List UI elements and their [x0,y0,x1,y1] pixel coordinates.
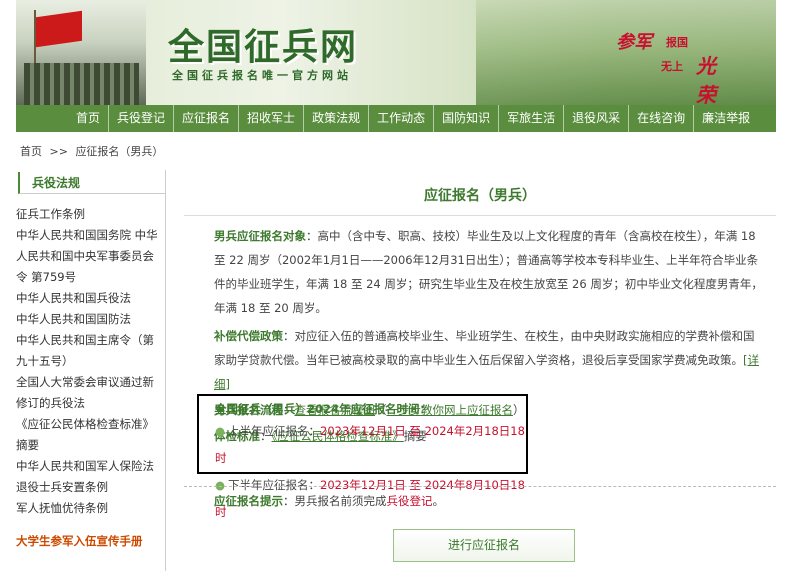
sidebar-item[interactable]: 征兵工作条例 [16,204,161,225]
title-divider [184,215,776,216]
sidebar-item[interactable]: 中华人民共和国国务院 中华人民共和国中央军事委员会令 第759号 [16,225,161,288]
sidebar-list: 征兵工作条例 中华人民共和国国务院 中华人民共和国中央军事委员会令 第759号 … [16,204,161,519]
nav-home[interactable]: 首页 [68,105,110,132]
slogan-part4: 光荣 [696,54,716,105]
target-label: 男兵应征报名对象 [214,229,306,243]
slogan-part1: 参军 [616,32,652,53]
schedule-first-label: 上半年应征报名： [228,424,321,438]
sidebar-item[interactable]: 中华人民共和国主席令（第九十五号） [16,330,161,372]
column-divider [165,170,166,571]
main-nav: 首页 兵役登记 应征报名 招收军士 政策法规 工作动态 国防知识 军旅生活 退役… [16,105,776,132]
apply-button[interactable]: 进行应征报名 [393,529,575,562]
sidebar-extra-link[interactable]: 大学生参军入伍宣传手册 [16,533,166,549]
sidebar-item[interactable]: 中华人民共和国军人保险法 [16,456,161,477]
dashed-divider [184,486,776,487]
nav-registration[interactable]: 兵役登记 [109,105,175,132]
site-logo[interactable]: 全国征兵网 [168,18,358,70]
tip-label: 应征报名提示 [214,494,283,508]
sidebar-heading: 兵役法规 [18,172,166,194]
slogan-part3: 无上 [661,60,683,73]
soldiers-image [16,0,146,105]
header-banner: 全国征兵网 全国征兵报名唯一官方网站 参军 报国 无上 光荣 [16,0,776,105]
slogan-part2: 报国 [666,36,688,49]
tip-paragraph: 应征报名提示：男兵报名前须完成兵役登记。 [214,490,444,512]
nav-news[interactable]: 工作动态 [369,105,435,132]
nav-military-life[interactable]: 军旅生活 [499,105,565,132]
bullet-icon: ● [215,424,226,438]
sidebar-item[interactable]: 退役士兵安置条例 [16,477,161,498]
nav-policies[interactable]: 政策法规 [304,105,370,132]
sidebar: 兵役法规 征兵工作条例 中华人民共和国国务院 中华人民共和国中央军事委员会令 第… [16,172,166,549]
policy-text: ：对应征入伍的普通高校毕业生、毕业班学生、在校生，由中央财政实施相应的学费补偿和… [214,329,755,367]
schedule-title: 全国征兵（男兵）2024年应征报名时间： [215,402,432,416]
main-content: 应征报名（男兵） 男兵应征报名对象：高中（含中专、职高、技校）毕业生及以上文化程… [184,170,776,562]
breadcrumb-current: 应征报名（男兵） [75,145,164,158]
schedule-first-half: ● 上半年应征报名：2023年12月1日 至 2024年2月18日18时 [215,418,526,472]
nav-consult[interactable]: 在线咨询 [629,105,695,132]
nav-defense-knowledge[interactable]: 国防知识 [434,105,500,132]
sidebar-item[interactable]: 军人抚恤优待条例 [16,498,161,519]
site-subtitle: 全国征兵报名唯一官方网站 [172,69,352,82]
page-title: 应征报名（男兵） [424,188,536,204]
breadcrumb-separator: >> [49,145,68,158]
nav-veterans[interactable]: 退役风采 [564,105,630,132]
schedule-box: 全国征兵（男兵）2024年应征报名时间： ● 上半年应征报名：2023年12月1日… [197,394,528,519]
flag-icon [36,10,82,48]
target-paragraph: 男兵应征报名对象：高中（含中专、职高、技校）毕业生及以上文化程度的青年（含高校在… [184,224,776,320]
sidebar-item[interactable]: 中华人民共和国兵役法 [16,288,161,309]
nav-nco-recruitment[interactable]: 招收军士 [239,105,305,132]
breadcrumb: 首页 >> 应征报名（男兵） [20,143,167,159]
policy-paragraph: 补偿代偿政策：对应征入伍的普通高校毕业生、毕业班学生、在校生，由中央财政实施相应… [184,324,776,396]
tip-text: ：男兵报名前须完成 [283,494,387,508]
tip-registration-link[interactable]: 兵役登记 [387,494,433,508]
sidebar-item[interactable]: 全国人大常委会审议通过新修订的兵役法 [16,372,161,414]
nav-enlistment[interactable]: 应征报名 [174,105,240,132]
sidebar-item[interactable]: 中华人民共和国国防法 [16,309,161,330]
policy-label: 补偿代偿政策 [214,329,283,343]
troop-image [24,63,139,105]
tip-end: 。 [432,494,445,508]
breadcrumb-home[interactable]: 首页 [20,145,42,158]
sidebar-item[interactable]: 《应征公民体格检查标准》摘要 [16,414,161,456]
nav-report[interactable]: 廉洁举报 [694,105,758,132]
